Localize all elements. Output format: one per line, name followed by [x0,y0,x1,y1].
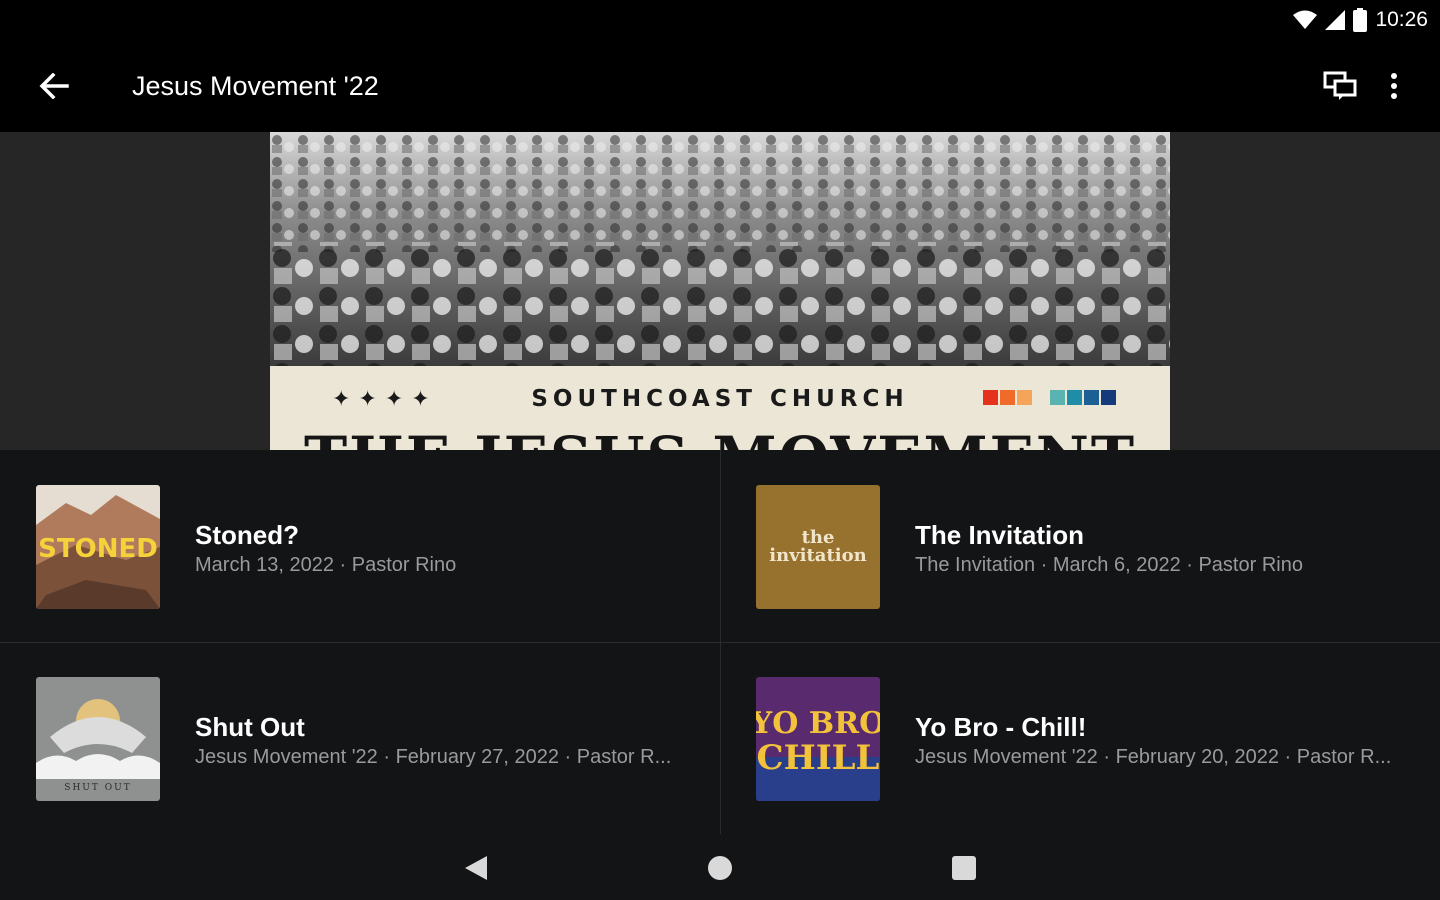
sermon-thumbnail: the invitation [756,485,880,609]
swatch [983,390,998,405]
status-icons: 10:26 [1293,6,1428,34]
nav-recents-icon [952,856,976,880]
nav-back-button[interactable] [452,846,500,890]
sermon-item-yo-bro-chill[interactable]: YO BRO CHILL Yo Bro - Chill! Jesus Movem… [720,642,1440,834]
battery-icon [1353,8,1368,32]
sermon-title: Yo Bro - Chill! [915,712,1087,742]
system-nav-bar [0,834,1440,900]
hero-band: ✦✦✦✦ SOUTHCOAST CHURCH THE JESUS MOVEMEN… [0,132,1440,450]
sermon-title: The Invitation [915,520,1084,550]
series-artwork: ✦✦✦✦ SOUTHCOAST CHURCH THE JESUS MOVEMEN… [270,132,1170,450]
wifi-icon [1293,10,1318,29]
sermon-item-the-invitation[interactable]: the invitation The Invitation The Invita… [720,450,1440,642]
swatch [1050,390,1065,405]
sermon-title: Stoned? [195,520,299,550]
swatch [1067,390,1082,405]
sermon-subtitle: Jesus Movement '22 · February 27, 2022 ·… [195,746,672,768]
more-vert-icon [1391,73,1397,99]
sermon-thumbnail: SHUT OUT [36,677,160,801]
thumb-text: STONED [38,534,158,564]
thumb-text: invitation [769,545,866,566]
cellular-signal-icon [1325,10,1346,30]
thumb-text: CHILL [757,738,880,778]
swatch [1000,390,1015,405]
sermon-title: Shut Out [195,712,305,742]
swatch [1017,390,1032,405]
page-title: Jesus Movement '22 [132,71,379,101]
banner-strip: ✦✦✦✦ SOUTHCOAST CHURCH THE JESUS MOVEMEN… [270,366,1170,450]
chat-button[interactable] [1316,64,1364,108]
thumb-text: SHUT OUT [64,783,131,793]
status-bar: 10:26 [0,0,1440,40]
sermon-subtitle: March 13, 2022 · Pastor Rino [195,554,457,576]
stoned-artwork: STONED [36,485,160,609]
arrow-back-icon [39,73,69,99]
shut-out-artwork: SHUT OUT [36,677,160,801]
sermon-item-shut-out[interactable]: SHUT OUT Shut Out Jesus Movement '22 · F… [0,642,720,834]
swatch [1084,390,1099,405]
sermon-subtitle: The Invitation · March 6, 2022 · Pastor … [915,554,1303,576]
app-toolbar: Jesus Movement '22 [0,40,1440,132]
more-options-button[interactable] [1370,64,1418,108]
invitation-artwork: the invitation [756,485,880,609]
nav-recents-button[interactable] [940,846,988,890]
sermon-thumbnail: STONED [36,485,160,609]
sermon-subtitle: Jesus Movement '22 · February 20, 2022 ·… [915,746,1392,768]
chat-icon [1323,71,1357,100]
status-time: 10:26 [1375,8,1428,31]
swatch [1101,390,1116,405]
swatch-gap [1034,390,1048,405]
nav-home-button[interactable] [696,846,744,890]
thumb-text: YO BRO [756,706,880,741]
nav-home-icon [708,856,732,880]
series-headline: THE JESUS MOVEMENT [270,424,1170,450]
sermon-list: STONED Stoned? March 13, 2022 · Pastor R… [0,450,1440,834]
yo-bro-chill-artwork: YO BRO CHILL [756,677,880,801]
color-swatches [983,390,1116,405]
back-button[interactable] [24,62,84,110]
crowd-photo [270,132,1170,366]
nav-back-icon [465,856,487,880]
sermon-item-stoned[interactable]: STONED Stoned? March 13, 2022 · Pastor R… [0,450,720,642]
sermon-thumbnail: YO BRO CHILL [756,677,880,801]
